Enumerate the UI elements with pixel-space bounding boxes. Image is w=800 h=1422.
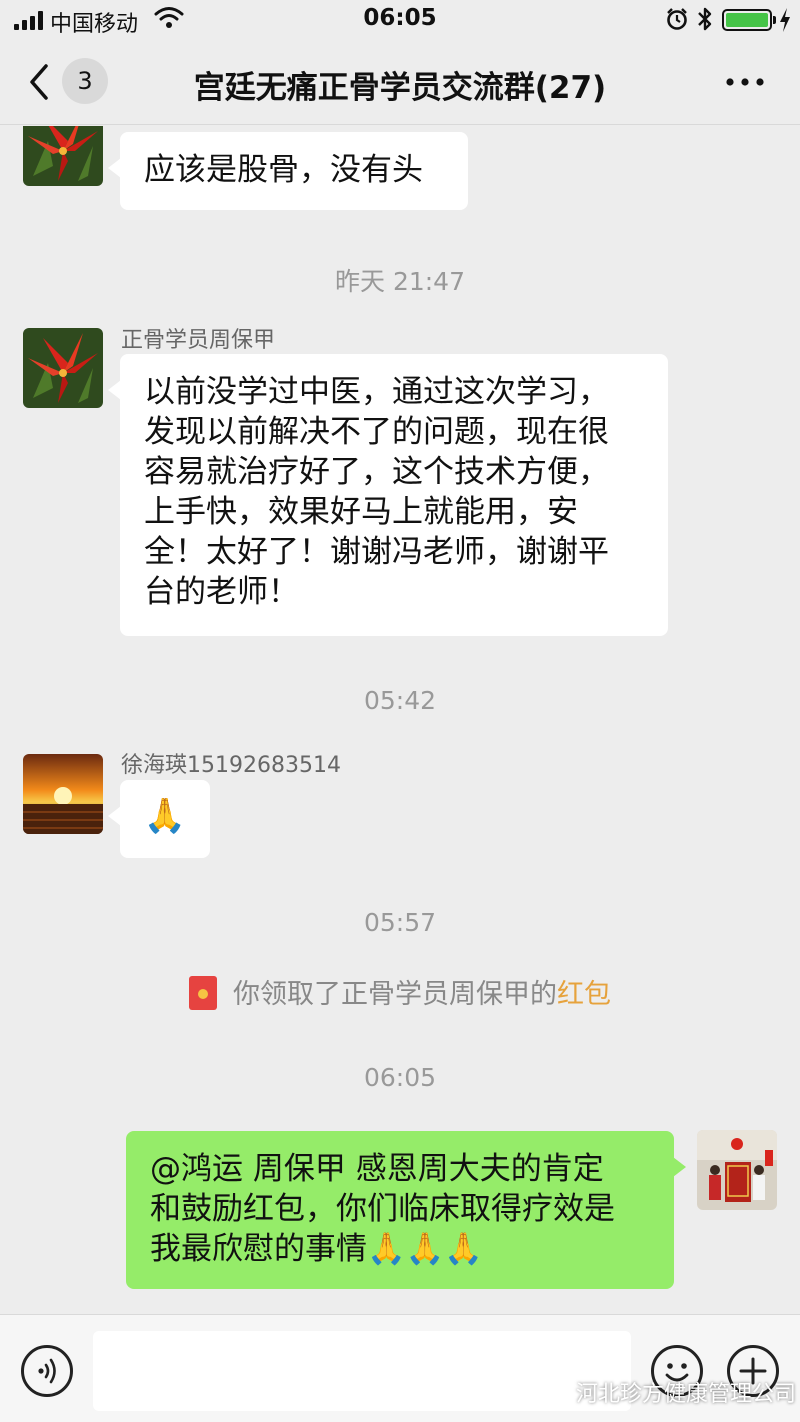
- message-text-line: 上手快，效果好马上就能用，安: [144, 494, 578, 530]
- own-message-bubble[interactable]: @鸿运 周保甲 感恩周大夫的肯定 和鼓励红包，你们临床取得疗效是 我最欣慰的事情…: [126, 1131, 686, 1289]
- more-dots-icon[interactable]: [725, 78, 765, 86]
- avatar[interactable]: [23, 328, 103, 408]
- message-timestamp: 05:42: [363, 686, 437, 715]
- message-text-line: 我最欣慰的事情🙏🙏🙏: [150, 1231, 483, 1267]
- message-text-line: @鸿运 周保甲 感恩周大夫的肯定: [150, 1151, 604, 1187]
- red-envelope-icon: [189, 975, 217, 1010]
- battery-level: [726, 13, 768, 27]
- watermark: 河北珍方健康管理公司: [540, 1376, 796, 1408]
- red-packet-link[interactable]: 红包: [557, 979, 611, 1010]
- charging-icon: [780, 8, 790, 32]
- alarm-icon: [667, 8, 687, 30]
- nav-bar: 3 宫廷无痛正骨学员交流群(27): [0, 40, 800, 125]
- voice-icon[interactable]: [21, 1345, 73, 1397]
- sender-name: 正骨学员周保甲: [121, 328, 276, 353]
- message-text-line: 台的老师！: [144, 574, 299, 610]
- banner-photo-avatar-image: [697, 1130, 777, 1210]
- message-bubble[interactable]: 🙏: [108, 780, 210, 858]
- folded-hands-emoji: 🙏: [143, 796, 187, 836]
- avatar[interactable]: [23, 126, 103, 186]
- red-packet-notice-text: 你领取了正骨学员周保甲的: [233, 979, 557, 1010]
- own-avatar[interactable]: [697, 1130, 777, 1210]
- battery-icon: [722, 9, 776, 31]
- message-text-line: 容易就治疗好了，这个技术方便，: [144, 454, 609, 490]
- chat-title: 宫廷无痛正骨学员交流群(27): [193, 70, 607, 106]
- message-timestamp: 05:57: [363, 908, 437, 937]
- message-text: 应该是股骨，没有头: [144, 152, 423, 188]
- message-text-line: 以前没学过中医，通过这次学习，: [144, 374, 609, 410]
- voice-waves-icon: [38, 1358, 56, 1384]
- message-timestamp: 昨天 21:47: [335, 267, 465, 296]
- watermark-text: 河北珍方健康管理公司: [576, 1382, 797, 1407]
- red-flower-avatar-image: [23, 328, 103, 408]
- message-bubble[interactable]: 以前没学过中医，通过这次学习， 发现以前解决不了的问题，现在很 容易就治疗好了，…: [108, 354, 668, 636]
- message-timestamp: 06:05: [363, 1063, 437, 1092]
- avatar[interactable]: [23, 754, 103, 834]
- message-text-line: 全！太好了！谢谢冯老师，谢谢平: [144, 534, 609, 570]
- chat-message-list[interactable]: 应该是股骨，没有头 昨天 21:47 正骨学员周保甲 以前没学过中医，通过这次学…: [0, 126, 800, 1314]
- red-packet-notice: 你领取了正骨学员周保甲的红包: [0, 972, 800, 1013]
- message-text-line: 发现以前解决不了的问题，现在很: [144, 414, 609, 450]
- red-flower-avatar-image: [23, 126, 103, 186]
- message-bubble[interactable]: 应该是股骨，没有头: [108, 132, 468, 210]
- wechat-logo-icon: [541, 1386, 569, 1404]
- status-bar: 中国移动 06:05: [0, 0, 800, 40]
- sender-name: 徐海瑛15192683514: [121, 753, 341, 778]
- bluetooth-icon: [698, 7, 712, 31]
- sunset-avatar-image: [23, 754, 103, 834]
- message-text-line: 和鼓励红包，你们临床取得疗效是: [150, 1191, 615, 1227]
